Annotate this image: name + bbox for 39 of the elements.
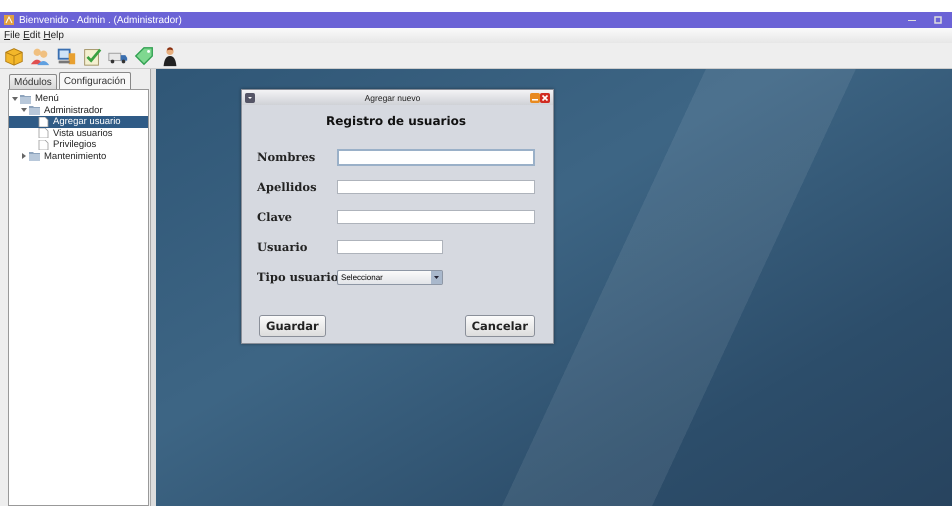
form-heading: Registro de usuarios xyxy=(325,114,467,128)
input-field[interactable] xyxy=(336,180,535,194)
document-icon xyxy=(38,140,49,150)
input-field[interactable] xyxy=(336,210,535,224)
folder-icon xyxy=(29,105,40,116)
menu-item[interactable]: Edit xyxy=(23,30,40,41)
dropdown-value: Seleccionar xyxy=(341,272,384,282)
folder-icon xyxy=(20,94,31,104)
tree-item[interactable]: Menú xyxy=(9,93,148,104)
tab[interactable]: Módulos xyxy=(9,74,57,89)
window-title: Bienvenido - Admin . (Administrador) xyxy=(19,14,182,26)
input-field[interactable] xyxy=(337,240,443,254)
tree-item[interactable]: Mantenimiento xyxy=(9,150,148,162)
field-label: Apellidos xyxy=(257,180,318,194)
field-label: Usuario xyxy=(257,240,308,254)
tree-item[interactable]: Vista usuarios xyxy=(9,128,148,139)
restore-icon[interactable] xyxy=(934,16,942,24)
app-icon xyxy=(4,15,14,25)
input-field[interactable] xyxy=(336,148,535,166)
field-label: Clave xyxy=(257,210,293,224)
dropdown[interactable]: Seleccionar xyxy=(337,270,443,284)
dialog-button[interactable]: Guardar xyxy=(259,315,326,337)
document-icon xyxy=(38,116,49,127)
tree-item[interactable]: Agregar usuario xyxy=(9,116,148,128)
close-icon[interactable] xyxy=(540,92,550,102)
menu-icon[interactable] xyxy=(245,92,255,102)
dialog-button[interactable]: Cancelar xyxy=(464,315,535,337)
tree-item[interactable]: Administrador xyxy=(9,104,148,116)
expand-arrow-icon[interactable] xyxy=(21,153,27,160)
field-label: Nombres xyxy=(257,150,316,164)
field-label: Tipo usuario xyxy=(257,270,337,284)
menu-item[interactable]: File xyxy=(4,30,20,41)
minimize-icon[interactable] xyxy=(530,92,540,102)
menu-item[interactable]: Help xyxy=(43,30,64,41)
dialog-title: Agregar nuevo xyxy=(364,92,422,102)
tree-item[interactable]: Privilegios xyxy=(9,139,148,150)
splitter-handle[interactable] xyxy=(150,69,156,506)
folder-icon xyxy=(29,151,40,162)
tab[interactable]: Configuración xyxy=(58,72,131,89)
